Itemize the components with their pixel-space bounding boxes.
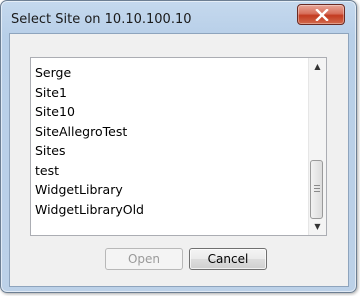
dialog-body: Serge Site1 Site10 SiteAllegroTest Sites… <box>9 33 349 287</box>
site-list-item[interactable]: WidgetLibraryOld <box>31 200 309 220</box>
vertical-scrollbar[interactable]: ▲ ▼ <box>308 58 326 235</box>
close-button[interactable] <box>297 4 345 25</box>
thumb-grip <box>314 191 320 192</box>
scroll-down-arrow-icon[interactable]: ▼ <box>309 218 326 235</box>
site-list-item[interactable]: Site10 <box>31 102 309 122</box>
thumb-grip <box>314 185 320 186</box>
site-list-item[interactable]: Sites <box>31 141 309 161</box>
site-list-item[interactable]: WidgetLibrary <box>31 180 309 200</box>
open-button[interactable]: Open <box>105 248 183 270</box>
site-listbox[interactable]: Serge Site1 Site10 SiteAllegroTest Sites… <box>30 57 327 236</box>
site-list-item[interactable]: Serge <box>31 63 309 83</box>
thumb-grip <box>314 188 320 189</box>
close-x-icon <box>315 9 329 21</box>
dialog-title: Select Site on 10.10.100.10 <box>11 12 192 27</box>
scroll-thumb[interactable] <box>310 160 323 219</box>
scroll-up-arrow-icon[interactable]: ▲ <box>309 58 326 75</box>
dialog-window: Select Site on 10.10.100.10 Serge Site1 … <box>0 0 357 293</box>
cancel-button[interactable]: Cancel <box>189 248 267 270</box>
site-list-item[interactable]: Site1 <box>31 83 309 103</box>
site-list-item[interactable]: test <box>31 161 309 181</box>
site-list-item[interactable]: SiteAllegroTest <box>31 122 309 142</box>
